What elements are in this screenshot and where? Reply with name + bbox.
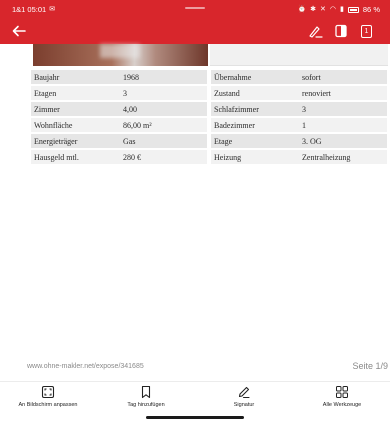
- spec-value: Gas: [120, 134, 207, 148]
- system-nav-bar: [0, 411, 390, 424]
- all-tools-button[interactable]: Alle Werkzeuge: [297, 385, 387, 408]
- tool-label: An Bildschirm anpassen: [18, 402, 78, 408]
- status-left: 1&1 05:01 ✉: [12, 5, 55, 14]
- spec-value: 280 €: [120, 150, 207, 164]
- spec-value: 86,00 m²: [120, 118, 207, 132]
- spec-value: 3. OG: [299, 134, 387, 148]
- spec-key: Baujahr: [31, 70, 120, 84]
- spec-value: 1968: [120, 70, 207, 84]
- specs-table-right: Übernahme sofort Zustand renoviert Schlafz…: [211, 68, 387, 166]
- table-row: Hausgeld mtl. 280 €: [31, 150, 207, 164]
- back-arrow-icon: [12, 25, 26, 37]
- pen-sign-icon: [309, 26, 323, 38]
- signal-icon: ▮: [340, 5, 344, 13]
- specs-table-left: Baujahr 1968 Etagen 3 Zimmer 4,00 Wohnfläch…: [31, 68, 207, 166]
- spec-key: Etagen: [31, 86, 120, 100]
- tool-label: Alle Werkzeuge: [322, 402, 362, 408]
- home-indicator[interactable]: [146, 416, 244, 419]
- tool-label: Signatur: [233, 402, 255, 408]
- table-row: Wohnfläche 86,00 m²: [31, 118, 207, 132]
- table-row: Etage 3. OG: [211, 134, 387, 148]
- spec-value: sofort: [299, 70, 387, 84]
- spec-key: Wohnfläche: [31, 118, 120, 132]
- reading-mode-icon: [335, 24, 347, 38]
- status-right: ⏰ ✱ ✕ ◠ ▮ 86 %: [297, 5, 380, 14]
- table-row: Energieträger Gas: [31, 134, 207, 148]
- spec-key: Zustand: [211, 86, 299, 100]
- battery-icon: [347, 6, 359, 13]
- table-row: Baujahr 1968: [31, 70, 207, 84]
- spec-key: Übernahme: [211, 70, 299, 84]
- fit-screen-button[interactable]: An Bildschirm anpassen: [3, 385, 93, 408]
- table-row: Heizung Zentralheizung: [211, 150, 387, 164]
- table-row: Badezimmer 1: [211, 118, 387, 132]
- spec-key: Badezimmer: [211, 118, 299, 132]
- photo-side-panel: [210, 44, 388, 66]
- pen-icon: [238, 386, 250, 399]
- mute-icon: ✕: [320, 5, 326, 13]
- bookmark-icon: [141, 385, 151, 399]
- spec-key: Heizung: [211, 150, 299, 164]
- spec-value: 1: [299, 118, 387, 132]
- spec-value: renoviert: [299, 86, 387, 100]
- app-bar: 1: [0, 18, 390, 44]
- wifi-icon: ◠: [329, 5, 337, 13]
- app-header: 1&1 05:01 ✉ ⏰ ✱ ✕ ◠ ▮ 86 % 1: [0, 0, 390, 44]
- notification-icon: ✉: [49, 5, 56, 13]
- carrier-time: 1&1 05:01: [12, 5, 47, 14]
- alarm-icon: ⏰: [297, 5, 307, 13]
- spec-key: Zimmer: [31, 102, 120, 116]
- spec-value: 3: [120, 86, 207, 100]
- fit-screen-icon: [41, 385, 55, 399]
- grid-icon: [336, 386, 348, 398]
- spec-key: Energieträger: [31, 134, 120, 148]
- spec-key: Hausgeld mtl.: [31, 150, 120, 164]
- drag-handle[interactable]: [185, 7, 205, 9]
- page-count-button[interactable]: 1: [361, 25, 372, 38]
- annotate-button[interactable]: [308, 23, 324, 39]
- spec-key: Schlafzimmer: [211, 102, 299, 116]
- page-indicator: Seite 1/9: [352, 361, 388, 371]
- bluetooth-icon: ✱: [310, 5, 317, 13]
- spec-value: 4,00: [120, 102, 207, 116]
- spec-key: Etage: [211, 134, 299, 148]
- table-row: Schlafzimmer 3: [211, 102, 387, 116]
- bottom-toolbar: An Bildschirm anpassen Tag hinzufügen Si…: [0, 381, 390, 411]
- spec-value: Zentralheizung: [299, 150, 387, 164]
- table-row: Zustand renoviert: [211, 86, 387, 100]
- status-bar: 1&1 05:01 ✉ ⏰ ✱ ✕ ◠ ▮ 86 %: [0, 0, 390, 18]
- signature-button[interactable]: Signatur: [199, 385, 289, 408]
- back-button[interactable]: [10, 22, 28, 40]
- document-url: www.ohne-makler.net/expose/341685: [27, 363, 144, 370]
- spec-value: 3: [299, 102, 387, 116]
- reading-mode-button[interactable]: [333, 23, 349, 39]
- table-row: Etagen 3: [31, 86, 207, 100]
- table-row: Übernahme sofort: [211, 70, 387, 84]
- photo-highlight: [100, 44, 140, 58]
- tool-label: Tag hinzufügen: [127, 402, 165, 408]
- add-tag-button[interactable]: Tag hinzufügen: [101, 385, 191, 408]
- battery-level: 86 %: [362, 5, 380, 14]
- table-row: Zimmer 4,00: [31, 102, 207, 116]
